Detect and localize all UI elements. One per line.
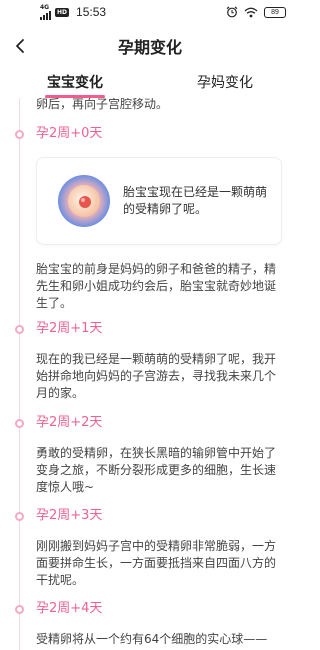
status-time: 15:53 xyxy=(76,5,107,19)
day-label: 孕2周+2天 xyxy=(36,415,103,430)
timeline-dot-icon xyxy=(15,605,24,614)
signal-bars-icon xyxy=(40,10,51,20)
page-title: 孕期变化 xyxy=(117,38,182,57)
timeline-content[interactable]: 卵后，再向子宫腔移动。 孕2周+0天 胎宝宝现在已经是一颗萌萌的受精卵了呢。 胎… xyxy=(0,98,300,650)
tab-mom-changes[interactable]: 孕妈变化 xyxy=(150,68,300,98)
day-label: 孕2周+1天 xyxy=(36,321,103,336)
entry-text: 勇敢的受精卵，在狭长黑暗的输卵管中开始了变身之旅，不断分裂形成更多的细胞，生长速… xyxy=(36,446,277,494)
hd-badge: HD xyxy=(55,7,70,17)
timeline-dot-icon xyxy=(15,512,24,521)
status-right: 89 xyxy=(226,6,286,18)
fertilized-egg-icon xyxy=(58,175,110,227)
timeline-day-row: 孕2周+1天 xyxy=(0,320,300,338)
battery-level: 89 xyxy=(271,8,279,16)
timeline-line xyxy=(19,98,20,650)
nav-bar: 孕期变化 xyxy=(0,24,300,68)
status-bar: 4G HD 15:53 89 xyxy=(0,0,300,24)
entry-text: 现在的我已经是一颗萌萌的受精卵了呢，我开始拼命地向妈妈的子宫游去，寻找我未来几个… xyxy=(36,352,277,400)
tab-baby-changes[interactable]: 宝宝变化 xyxy=(0,68,150,98)
intro-text: 卵后，再向子宫腔移动。 xyxy=(36,98,169,111)
entry-text: 胎宝宝的前身是妈妈的卵子和爸爸的精子，精先生和卵小姐成功约会后，胎宝宝就奇妙地诞… xyxy=(36,262,277,310)
timeline-dot-icon xyxy=(15,325,24,334)
entry-text: 刚刚搬到妈妈子宫中的受精卵非常脆弱，一方面要拼命生长，一方面要抵挡来自四面八方的… xyxy=(36,539,277,587)
battery-icon: 89 xyxy=(264,6,286,18)
day-label: 孕2周+4天 xyxy=(36,601,103,616)
wifi-icon xyxy=(244,7,258,17)
tab-bar: 宝宝变化 孕妈变化 xyxy=(0,68,300,98)
fertilized-egg-card[interactable]: 胎宝宝现在已经是一颗萌萌的受精卵了呢。 xyxy=(36,157,282,245)
timeline-day-row: 孕2周+2天 xyxy=(0,414,300,432)
back-button[interactable] xyxy=(6,32,34,60)
alarm-icon xyxy=(226,6,238,18)
day-label: 孕2周+3天 xyxy=(36,508,103,523)
status-left: 4G HD 15:53 xyxy=(40,4,107,20)
signal-indicator: 4G xyxy=(40,4,51,20)
chevron-left-icon xyxy=(16,39,24,53)
timeline-dot-icon xyxy=(15,130,24,139)
tab-label: 孕妈变化 xyxy=(197,75,253,91)
timeline-day-row: 孕2周+4天 xyxy=(0,600,300,618)
entry-text: 受精卵将从一个约有64个细胞的实心球—— xyxy=(36,632,268,646)
timeline-dot-icon xyxy=(15,419,24,428)
card-text: 胎宝宝现在已经是一颗萌萌的受精卵了呢。 xyxy=(123,185,268,216)
timeline-day-row: 孕2周+0天 xyxy=(0,125,300,143)
timeline-day-row: 孕2周+3天 xyxy=(0,507,300,525)
tab-label: 宝宝变化 xyxy=(47,75,103,91)
day-label: 孕2周+0天 xyxy=(36,126,103,141)
